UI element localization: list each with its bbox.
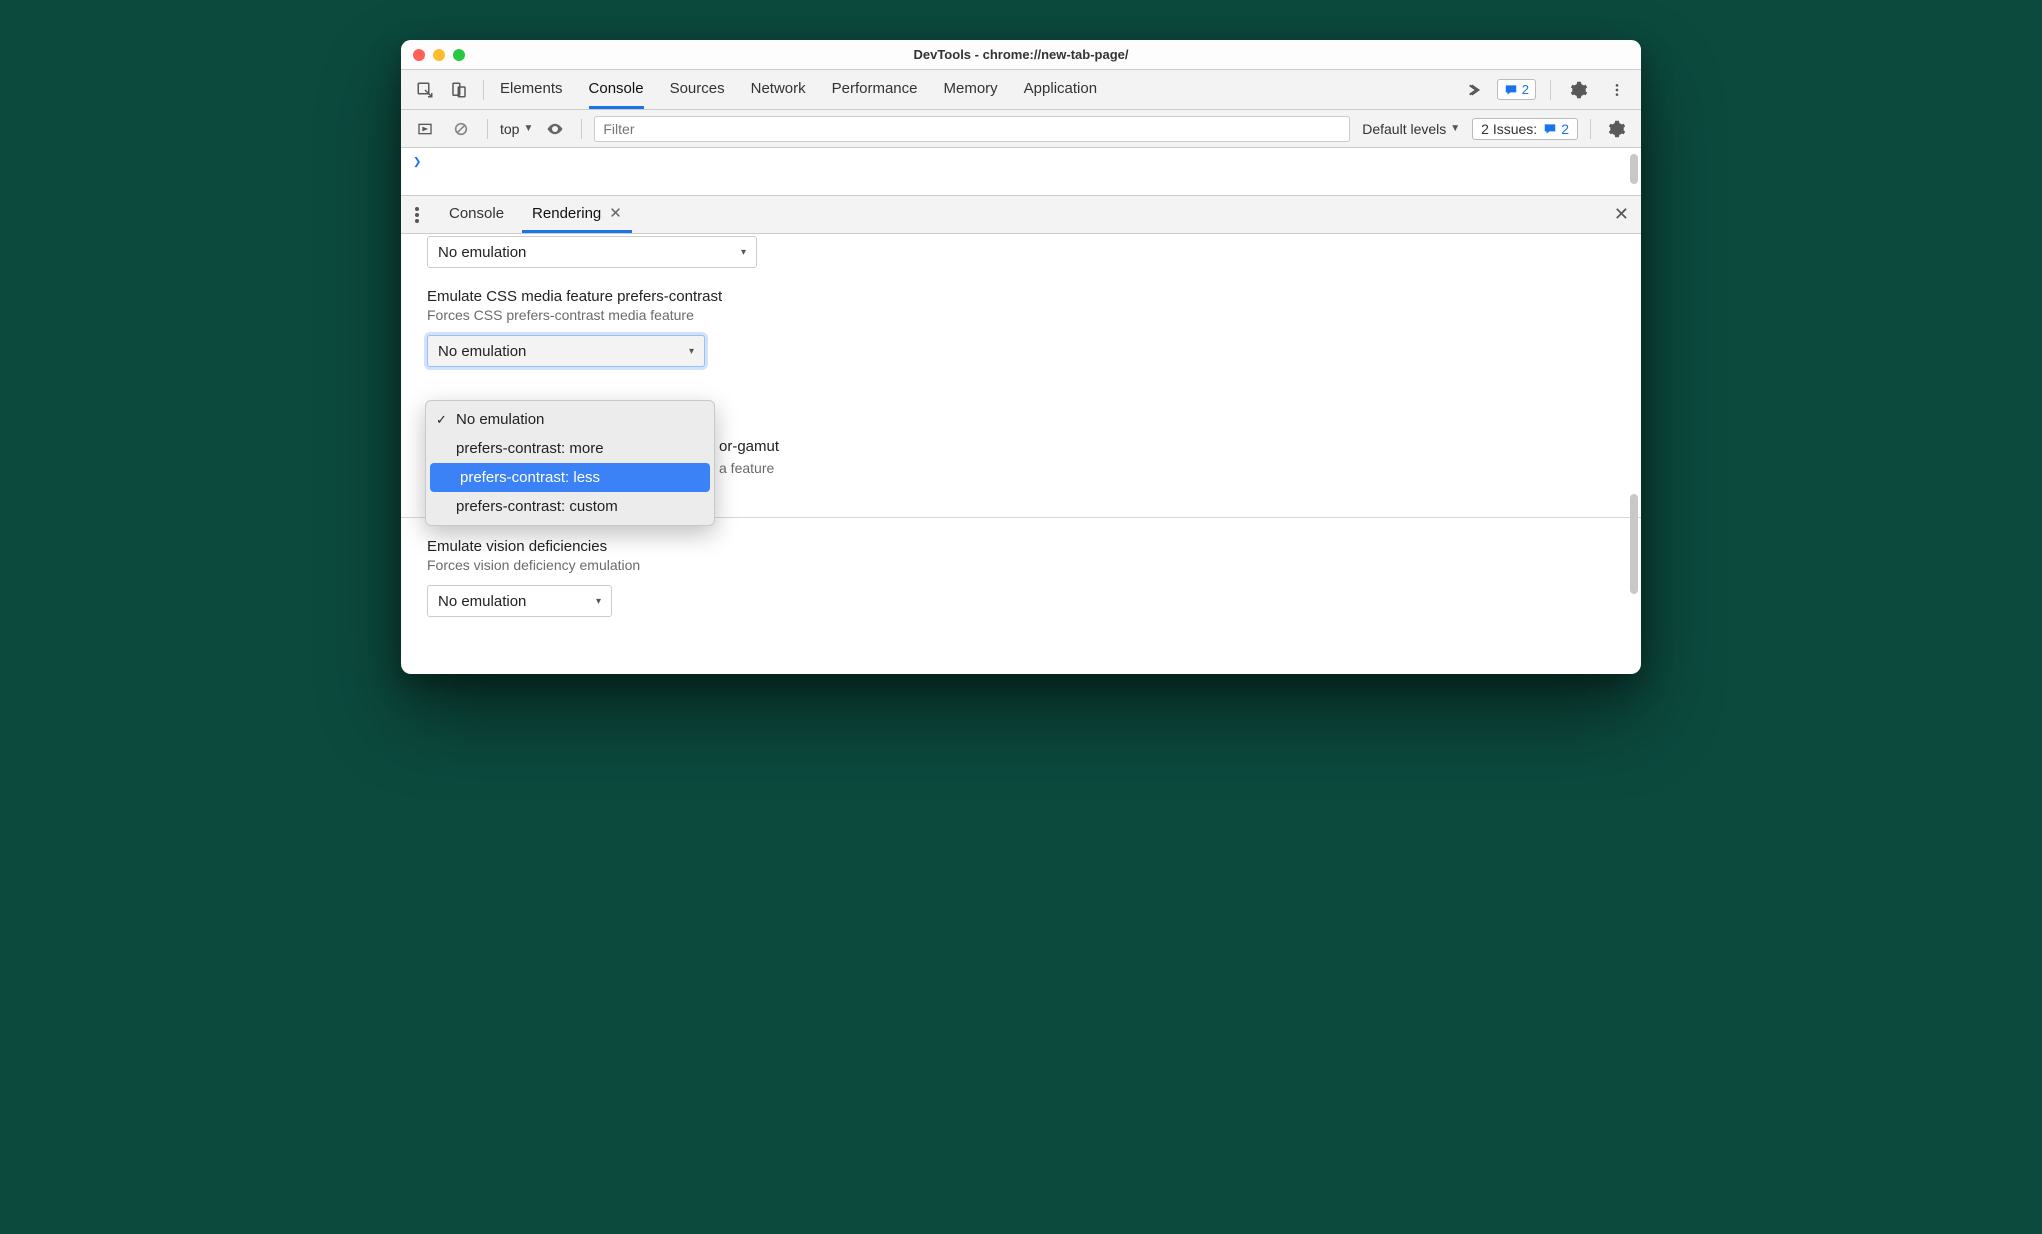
context-value: top — [500, 121, 519, 137]
drawer-tab-label: Rendering — [532, 205, 601, 222]
select-value: No emulation — [438, 244, 526, 261]
prefers-contrast-dropdown: ✓ No emulation prefers-contrast: more pr… — [425, 400, 715, 526]
caret-icon: ▾ — [596, 596, 601, 607]
drawer-tab-label: Console — [449, 205, 504, 222]
rendering-panel: No emulation ▾ Emulate CSS media feature… — [401, 234, 1641, 674]
tab-performance[interactable]: Performance — [832, 71, 918, 109]
caret-icon: ▾ — [689, 346, 694, 357]
select-value: No emulation — [438, 343, 526, 360]
titlebar: DevTools - chrome://new-tab-page/ — [401, 40, 1641, 70]
clear-console-icon[interactable] — [447, 115, 475, 143]
option-label: prefers-contrast: more — [456, 440, 604, 457]
issues-count: 2 — [1561, 121, 1569, 137]
settings-icon[interactable] — [1565, 76, 1593, 104]
issues-pill[interactable]: 2 Issues: 2 — [1472, 118, 1578, 140]
check-icon: ✓ — [436, 412, 447, 428]
color-gamut-desc-partial: a feature — [719, 460, 774, 476]
panel-scrollbar-thumb[interactable] — [1630, 494, 1638, 594]
prefers-contrast-title: Emulate CSS media feature prefers-contra… — [427, 288, 1615, 305]
close-window-button[interactable] — [413, 49, 425, 61]
filter-input[interactable] — [594, 116, 1350, 142]
tab-network[interactable]: Network — [751, 71, 806, 109]
traffic-lights — [413, 49, 465, 61]
divider — [487, 119, 488, 139]
close-tab-icon[interactable]: ✕ — [609, 204, 622, 222]
log-level-value: Default levels — [1362, 121, 1446, 137]
close-drawer-icon[interactable]: ✕ — [1614, 196, 1629, 233]
top-emulation-select[interactable]: No emulation ▾ — [427, 236, 757, 268]
messages-count: 2 — [1522, 82, 1529, 97]
kebab-menu-icon[interactable] — [1603, 76, 1631, 104]
console-toolbar: top ▼ Default levels ▼ 2 Issues: 2 — [401, 110, 1641, 148]
minimize-window-button[interactable] — [433, 49, 445, 61]
context-select[interactable]: top ▼ — [500, 121, 533, 137]
tab-memory[interactable]: Memory — [944, 71, 998, 109]
tab-console[interactable]: Console — [589, 71, 644, 109]
divider — [483, 80, 484, 100]
caret-icon: ▼ — [523, 123, 533, 134]
option-label: prefers-contrast: less — [460, 469, 600, 486]
option-contrast-less[interactable]: prefers-contrast: less — [430, 463, 710, 492]
console-body[interactable]: ❯ — [401, 148, 1641, 196]
window-title: DevTools - chrome://new-tab-page/ — [401, 47, 1641, 62]
inspect-icon[interactable] — [411, 76, 439, 104]
vision-deficiencies-title: Emulate vision deficiencies — [427, 538, 1615, 555]
drawer-tabrow: Console Rendering ✕ ✕ — [401, 196, 1641, 234]
tab-sources[interactable]: Sources — [670, 71, 725, 109]
prefers-contrast-select[interactable]: No emulation ▾ — [427, 335, 705, 367]
devtools-window: DevTools - chrome://new-tab-page/ Elemen… — [401, 40, 1641, 674]
option-label: No emulation — [456, 411, 544, 428]
log-level-select[interactable]: Default levels ▼ — [1358, 121, 1464, 137]
color-gamut-title-partial: or-gamut — [719, 438, 779, 455]
main-tab-row: Elements Console Sources Network Perform… — [401, 70, 1641, 110]
show-console-sidebar-icon[interactable] — [411, 115, 439, 143]
divider — [1550, 80, 1551, 100]
option-contrast-custom[interactable]: prefers-contrast: custom — [426, 492, 714, 521]
caret-icon: ▼ — [1450, 123, 1460, 134]
drawer-tab-console[interactable]: Console — [439, 197, 514, 233]
device-toolbar-icon[interactable] — [445, 76, 473, 104]
prefers-contrast-desc: Forces CSS prefers-contrast media featur… — [427, 307, 1615, 323]
messages-badge[interactable]: 2 — [1497, 79, 1536, 100]
more-tabs-icon[interactable] — [1459, 76, 1487, 104]
issues-label: 2 Issues: — [1481, 121, 1537, 137]
option-label: prefers-contrast: custom — [456, 498, 618, 515]
select-value: No emulation — [438, 593, 526, 610]
tab-application[interactable]: Application — [1024, 71, 1097, 109]
divider — [581, 119, 582, 139]
divider — [1590, 119, 1591, 139]
live-expression-icon[interactable] — [541, 115, 569, 143]
option-contrast-more[interactable]: prefers-contrast: more — [426, 434, 714, 463]
drawer-tab-rendering[interactable]: Rendering ✕ — [522, 196, 632, 233]
console-prompt-icon: ❯ — [413, 154, 421, 170]
zoom-window-button[interactable] — [453, 49, 465, 61]
tab-elements[interactable]: Elements — [500, 71, 563, 109]
vision-deficiencies-desc: Forces vision deficiency emulation — [427, 557, 1615, 573]
caret-icon: ▾ — [741, 247, 746, 258]
option-no-emulation[interactable]: ✓ No emulation — [426, 405, 714, 434]
console-settings-icon[interactable] — [1603, 115, 1631, 143]
scrollbar-thumb[interactable] — [1630, 154, 1638, 184]
drawer-more-icon[interactable] — [409, 207, 431, 223]
vision-deficiencies-select[interactable]: No emulation ▾ — [427, 585, 612, 617]
